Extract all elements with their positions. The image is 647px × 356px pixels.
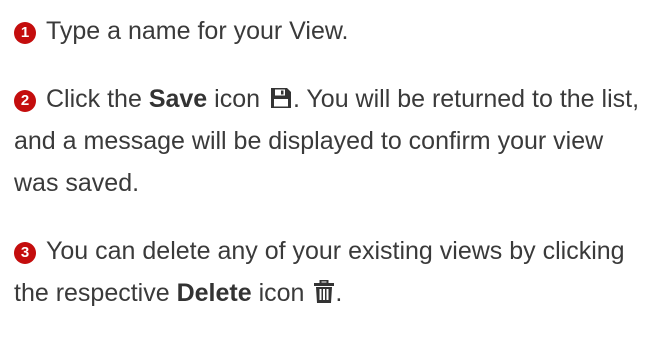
save-label: Save [148,85,208,113]
step-1: 1 Type a name for your View. [14,10,644,52]
trash-icon [313,280,335,304]
step-text-after: . [335,279,343,307]
instructions-list: 1 Type a name for your View. 2 Click the S… [14,10,644,314]
step-3: 3 You can delete any of your existing vie… [14,230,644,314]
delete-label: Delete [176,279,252,307]
save-icon [269,86,293,110]
step-2: 2 Click the Save icon . You will be retur… [14,78,644,204]
step-text-middle: icon [251,279,312,307]
step-number-badge: 1 [14,22,36,44]
step-number-badge: 3 [14,242,36,264]
step-text: Type a name for your View. [46,17,349,45]
step-text-middle: icon [207,85,267,113]
step-text-before: Click the [46,85,149,113]
step-number-badge: 2 [14,90,36,112]
